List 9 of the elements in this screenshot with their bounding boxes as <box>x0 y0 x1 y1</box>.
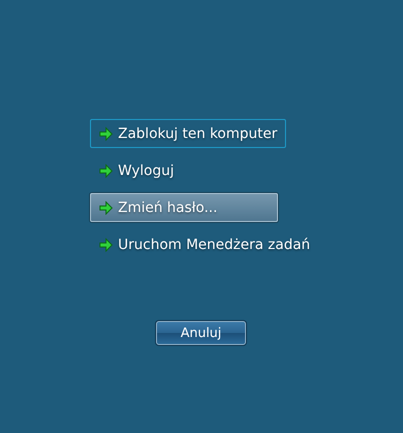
arrow-icon <box>99 164 113 178</box>
cancel-button[interactable]: Anuluj <box>156 321 246 345</box>
menu-option[interactable]: Wyloguj <box>90 156 183 185</box>
arrow-icon <box>99 126 113 140</box>
arrow-icon <box>99 200 113 214</box>
menu-option[interactable]: Zablokuj ten komputer <box>90 119 286 148</box>
menu-option[interactable]: Zmień hasło... <box>90 193 278 222</box>
menu-option[interactable]: Uruchom Menedżera zadań <box>90 230 320 259</box>
arrow-icon <box>99 238 113 252</box>
